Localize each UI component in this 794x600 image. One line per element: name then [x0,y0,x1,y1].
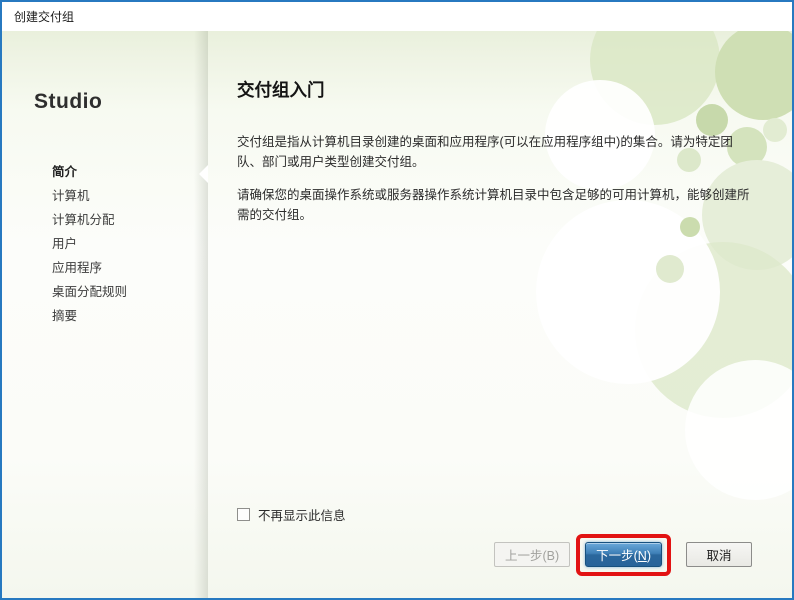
step-users[interactable]: 用户 [34,233,208,257]
step-introduction[interactable]: 简介 [34,161,208,185]
next-button[interactable]: 下一步(N) [585,541,662,567]
wizard-sidebar: Studio 简介 计算机 计算机分配 用户 应用程序 桌面分配规则 摘要 [2,31,208,598]
active-step-arrow [199,165,208,183]
cancel-button[interactable]: 取消 [686,541,752,567]
window-title: 创建交付组 [14,10,75,24]
dont-show-row: 不再显示此信息 [237,505,752,524]
dont-show-again-label[interactable]: 不再显示此信息 [258,505,346,524]
intro-paragraph-1: 交付组是指从计算机目录创建的桌面和应用程序(可以在应用程序组中)的集合。请为特定… [237,135,733,169]
titlebar: 创建交付组 [2,2,792,31]
create-delivery-group-dialog: 创建交付组 Studio 简介 计算机 计算机分配 用户 应用程序 桌面分配规则… [0,0,794,600]
next-button-wrapper: 下一步(N) [576,533,671,576]
step-machine-allocation[interactable]: 计算机分配 [34,209,208,233]
dont-show-again-checkbox[interactable] [237,508,250,521]
back-button[interactable]: 上一步(B) [493,541,571,567]
intro-paragraph-2: 请确保您的桌面操作系统或服务器操作系统计算机目录中包含足够的可用计算机，能够创建… [237,188,750,222]
step-machines[interactable]: 计算机 [34,185,208,209]
step-desktop-assignment-rules[interactable]: 桌面分配规则 [34,281,208,305]
wizard-steps: 简介 计算机 计算机分配 用户 应用程序 桌面分配规则 摘要 [34,161,208,329]
studio-logo: Studio [34,90,103,113]
button-row: 上一步(B) 下一步(N) 取消 [237,533,752,576]
step-applications[interactable]: 应用程序 [34,257,208,281]
page-title: 交付组入门 [237,80,325,100]
step-summary[interactable]: 摘要 [34,305,208,329]
wizard-body: Studio 简介 计算机 计算机分配 用户 应用程序 桌面分配规则 摘要 交付… [2,31,792,598]
wizard-content: 交付组入门 交付组是指从计算机目录创建的桌面和应用程序(可以在应用程序组中)的集… [208,31,792,598]
